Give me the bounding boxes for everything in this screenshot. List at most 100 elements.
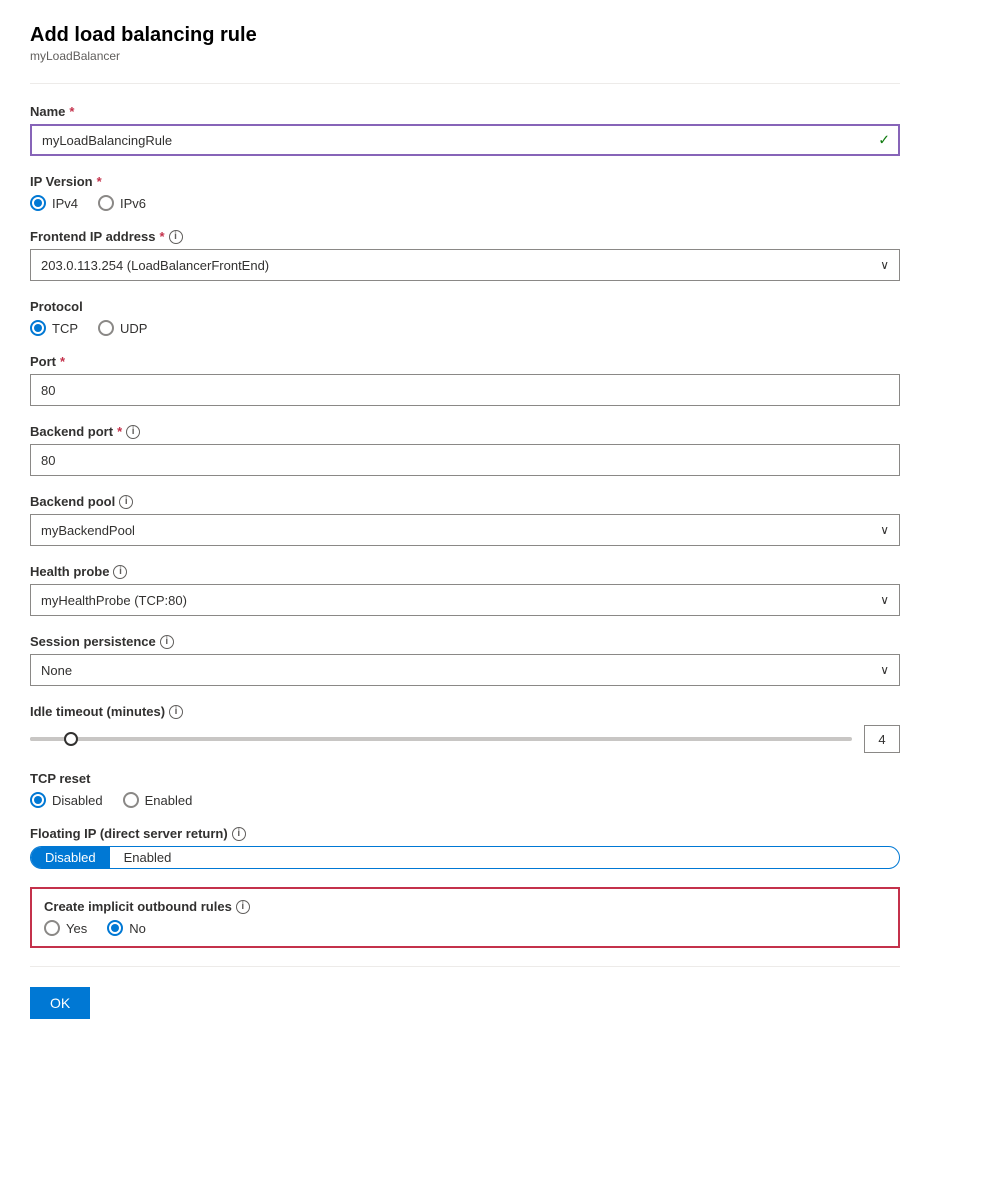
implicit-outbound-info-icon[interactable]: i	[236, 900, 250, 914]
protocol-tcp-option[interactable]: TCP	[30, 320, 78, 336]
implicit-outbound-yes-radio[interactable]	[44, 920, 60, 936]
idle-timeout-value: 4	[878, 732, 885, 747]
implicit-outbound-no-label: No	[129, 921, 146, 936]
protocol-tcp-dot	[34, 324, 42, 332]
frontend-ip-value: 203.0.113.254 (LoadBalancerFrontEnd)	[41, 258, 269, 273]
idle-timeout-slider-track	[30, 737, 852, 741]
idle-timeout-info-icon[interactable]: i	[169, 705, 183, 719]
backend-port-info-icon[interactable]: i	[126, 425, 140, 439]
frontend-ip-info-icon[interactable]: i	[169, 230, 183, 244]
floating-ip-toggle[interactable]: Disabled Enabled	[30, 846, 900, 869]
port-required: *	[60, 354, 65, 369]
protocol-udp-radio[interactable]	[98, 320, 114, 336]
tcp-reset-label: TCP reset	[30, 771, 900, 786]
ip-version-label: IP Version *	[30, 174, 900, 189]
tcp-reset-group: TCP reset Disabled Enabled	[30, 771, 900, 808]
backend-pool-info-icon[interactable]: i	[119, 495, 133, 509]
port-input[interactable]	[30, 374, 900, 406]
idle-timeout-slider-thumb[interactable]	[64, 732, 78, 746]
name-required: *	[69, 104, 74, 119]
tcp-reset-disabled-option[interactable]: Disabled	[30, 792, 103, 808]
title-divider	[30, 83, 900, 84]
health-probe-value: myHealthProbe (TCP:80)	[41, 593, 187, 608]
implicit-outbound-yes-option[interactable]: Yes	[44, 920, 87, 936]
floating-ip-label: Floating IP (direct server return) i	[30, 826, 900, 841]
session-persistence-value: None	[41, 663, 72, 678]
implicit-outbound-yes-label: Yes	[66, 921, 87, 936]
health-probe-group: Health probe i myHealthProbe (TCP:80) ∨	[30, 564, 900, 616]
ip-version-ipv4-label: IPv4	[52, 196, 78, 211]
floating-ip-disabled-btn[interactable]: Disabled	[31, 847, 110, 868]
ip-version-ipv4-radio[interactable]	[30, 195, 46, 211]
protocol-group: Protocol TCP UDP	[30, 299, 900, 336]
tcp-reset-disabled-dot	[34, 796, 42, 804]
backend-port-group: Backend port * i	[30, 424, 900, 476]
implicit-outbound-radio-group: Yes No	[44, 920, 886, 936]
protocol-tcp-label: TCP	[52, 321, 78, 336]
implicit-outbound-no-dot	[111, 924, 119, 932]
backend-pool-value: myBackendPool	[41, 523, 135, 538]
backend-pool-group: Backend pool i myBackendPool ∨	[30, 494, 900, 546]
protocol-tcp-radio[interactable]	[30, 320, 46, 336]
frontend-ip-arrow-icon: ∨	[880, 258, 889, 272]
backend-port-input[interactable]	[30, 444, 900, 476]
tcp-reset-enabled-radio[interactable]	[123, 792, 139, 808]
name-label: Name *	[30, 104, 900, 119]
ip-version-ipv4-option[interactable]: IPv4	[30, 195, 78, 211]
frontend-ip-required: *	[159, 229, 164, 244]
ip-version-ipv6-label: IPv6	[120, 196, 146, 211]
session-persistence-label: Session persistence i	[30, 634, 900, 649]
implicit-outbound-label: Create implicit outbound rules i	[44, 899, 886, 914]
tcp-reset-enabled-option[interactable]: Enabled	[123, 792, 193, 808]
backend-port-required: *	[117, 424, 122, 439]
ip-version-radio-group: IPv4 IPv6	[30, 195, 900, 211]
health-probe-label: Health probe i	[30, 564, 900, 579]
tcp-reset-disabled-label: Disabled	[52, 793, 103, 808]
backend-pool-dropdown[interactable]: myBackendPool ∨	[30, 514, 900, 546]
ip-version-group: IP Version * IPv4 IPv6	[30, 174, 900, 211]
health-probe-info-icon[interactable]: i	[113, 565, 127, 579]
backend-pool-arrow-icon: ∨	[880, 523, 889, 537]
health-probe-dropdown[interactable]: myHealthProbe (TCP:80) ∨	[30, 584, 900, 616]
protocol-udp-label: UDP	[120, 321, 147, 336]
session-persistence-group: Session persistence i None ∨	[30, 634, 900, 686]
floating-ip-group: Floating IP (direct server return) i Dis…	[30, 826, 900, 869]
ok-button[interactable]: OK	[30, 987, 90, 1019]
floating-ip-enabled-btn[interactable]: Enabled	[110, 847, 186, 868]
name-input-wrapper: ✓	[30, 124, 900, 156]
ip-version-required: *	[97, 174, 102, 189]
port-label: Port *	[30, 354, 900, 369]
idle-timeout-label: Idle timeout (minutes) i	[30, 704, 900, 719]
health-probe-arrow-icon: ∨	[880, 593, 889, 607]
ip-version-ipv6-option[interactable]: IPv6	[98, 195, 146, 211]
ip-version-ipv4-dot	[34, 199, 42, 207]
session-persistence-info-icon[interactable]: i	[160, 635, 174, 649]
name-input[interactable]	[30, 124, 900, 156]
frontend-ip-dropdown[interactable]: 203.0.113.254 (LoadBalancerFrontEnd) ∨	[30, 249, 900, 281]
ip-version-ipv6-radio[interactable]	[98, 195, 114, 211]
floating-ip-info-icon[interactable]: i	[232, 827, 246, 841]
session-persistence-arrow-icon: ∨	[880, 663, 889, 677]
backend-port-label: Backend port * i	[30, 424, 900, 439]
backend-pool-label: Backend pool i	[30, 494, 900, 509]
name-check-icon: ✓	[878, 132, 890, 149]
name-field-group: Name * ✓	[30, 104, 900, 156]
bottom-divider	[30, 966, 900, 967]
page-subtitle: myLoadBalancer	[30, 49, 900, 63]
implicit-outbound-no-option[interactable]: No	[107, 920, 146, 936]
protocol-udp-option[interactable]: UDP	[98, 320, 147, 336]
frontend-ip-group: Frontend IP address * i 203.0.113.254 (L…	[30, 229, 900, 281]
tcp-reset-enabled-label: Enabled	[145, 793, 193, 808]
idle-timeout-slider-container: 4	[30, 725, 900, 753]
frontend-ip-label: Frontend IP address * i	[30, 229, 900, 244]
implicit-outbound-no-radio[interactable]	[107, 920, 123, 936]
protocol-label: Protocol	[30, 299, 900, 314]
protocol-radio-group: TCP UDP	[30, 320, 900, 336]
session-persistence-dropdown[interactable]: None ∨	[30, 654, 900, 686]
idle-timeout-group: Idle timeout (minutes) i 4	[30, 704, 900, 753]
tcp-reset-disabled-radio[interactable]	[30, 792, 46, 808]
idle-timeout-value-box: 4	[864, 725, 900, 753]
implicit-outbound-section: Create implicit outbound rules i Yes No	[30, 887, 900, 948]
port-field-group: Port *	[30, 354, 900, 406]
page-title: Add load balancing rule	[30, 24, 900, 47]
